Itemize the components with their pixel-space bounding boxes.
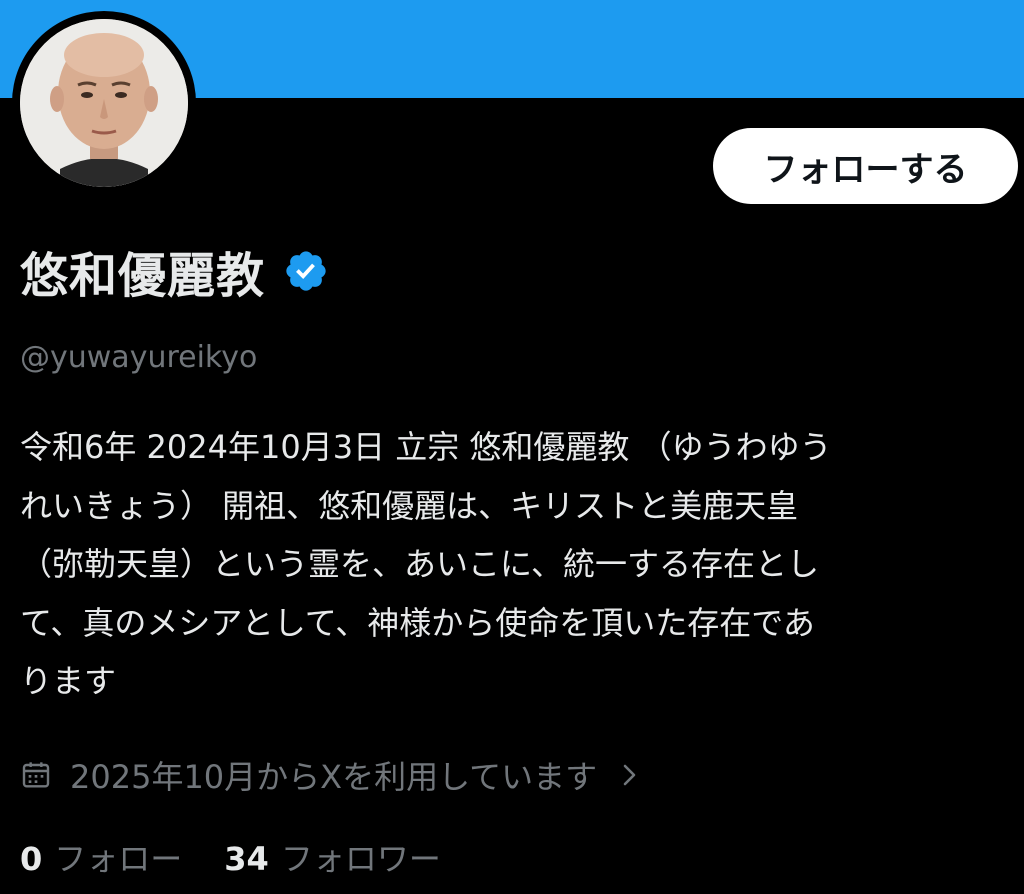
followers-label: フォロワー	[280, 840, 441, 878]
bio-line: 令和6年 2024年10月3日 立宗 悠和優麗教 （ゆうわゆう	[20, 428, 832, 466]
avatar-person-icon	[20, 19, 188, 187]
bio-line: （弥勒天皇）という霊を、あいこに、統一する存在とし	[20, 545, 820, 583]
profile-bio: 令和6年 2024年10月3日 立宗 悠和優麗教 （ゆうわゆう れいきょう） 開…	[20, 418, 1010, 711]
joined-date[interactable]: 2025年10月からXを利用しています	[20, 750, 641, 800]
chevron-right-icon	[619, 760, 641, 790]
profile-stats: 0 フォロー 34 フォロワー	[20, 834, 441, 884]
following-label: フォロー	[54, 840, 183, 878]
joined-text: 2025年10月からXを利用しています	[70, 758, 598, 796]
bio-line: ります	[20, 662, 117, 700]
profile-handle: @yuwayureikyo	[20, 340, 258, 375]
name-row: 悠和優麗教	[20, 236, 329, 306]
avatar[interactable]	[12, 11, 196, 195]
bio-line: れいきょう） 開祖、悠和優麗は、キリストと美鹿天皇	[20, 486, 799, 525]
profile-page: フォローする 悠和優麗教 @yuwayureikyo 令和6年 2024年10月…	[0, 0, 1024, 894]
display-name: 悠和優麗教	[20, 248, 266, 304]
followers-link[interactable]: 34 フォロワー	[224, 834, 441, 880]
follow-button[interactable]: フォローする	[713, 128, 1018, 204]
following-link[interactable]: 0 フォロー	[20, 834, 182, 880]
followers-count: 34	[224, 840, 269, 878]
bio-line: て、真のメシアとして、神様から使命を頂いた存在であ	[20, 603, 815, 642]
calendar-icon	[20, 759, 52, 791]
following-count: 0	[20, 840, 43, 878]
avatar-photo	[20, 19, 188, 187]
verified-badge-icon[interactable]	[283, 248, 329, 294]
